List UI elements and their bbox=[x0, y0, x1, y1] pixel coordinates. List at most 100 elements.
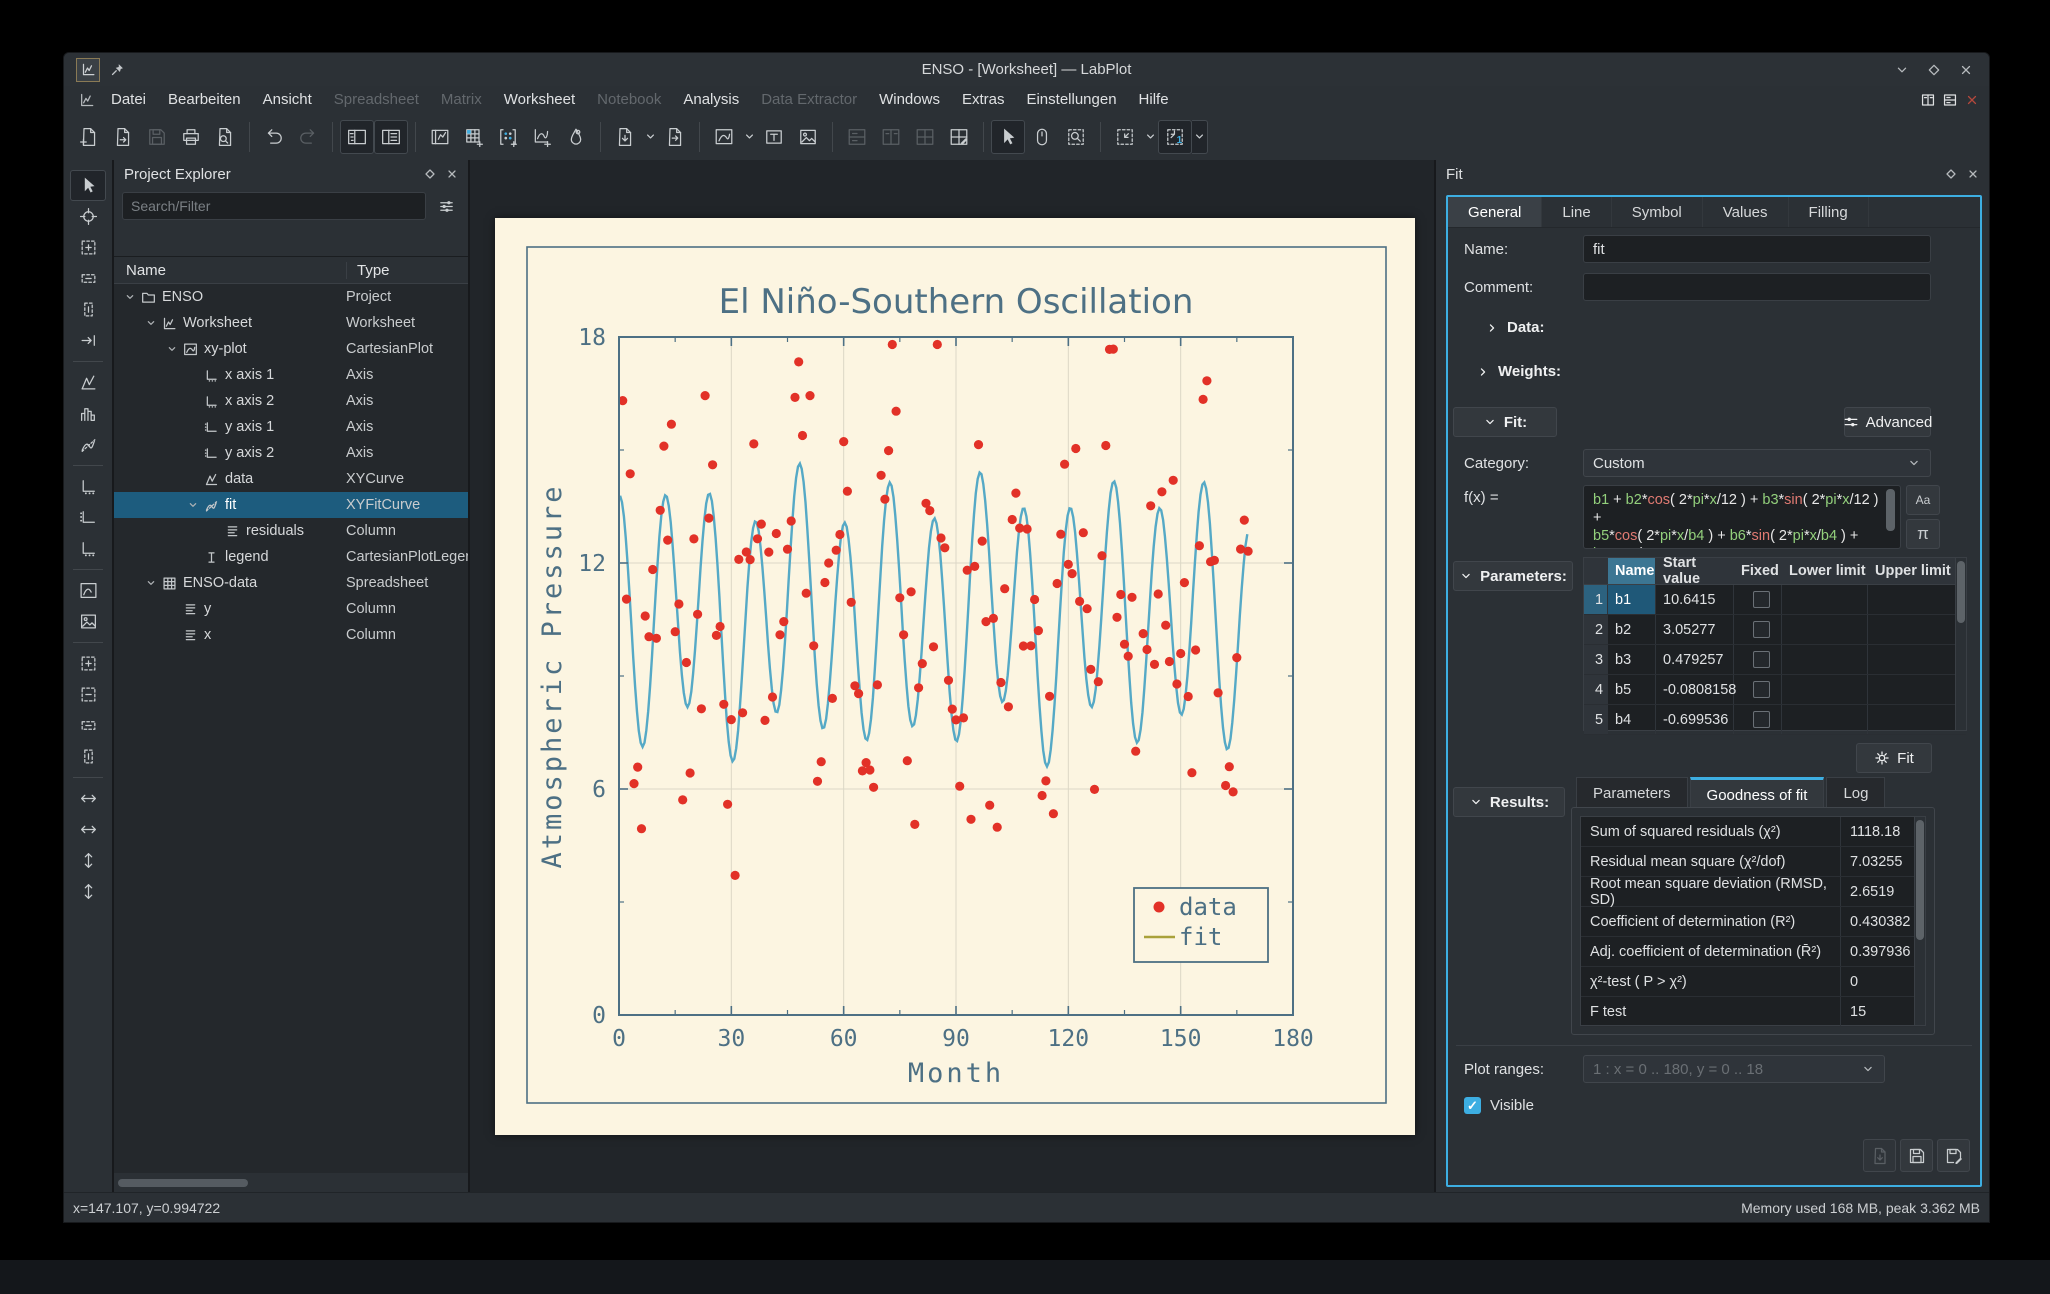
data-point[interactable] bbox=[1030, 595, 1039, 604]
new-project-button[interactable] bbox=[72, 120, 106, 154]
close-button[interactable] bbox=[1955, 59, 1977, 81]
column-header-type[interactable]: Type bbox=[346, 262, 468, 279]
zoom-out-region-tool[interactable] bbox=[70, 679, 106, 710]
data-point[interactable] bbox=[1000, 584, 1009, 593]
param-fixed[interactable] bbox=[1734, 675, 1782, 704]
add-axis-tool[interactable] bbox=[70, 533, 106, 564]
gof-row[interactable]: Sum of squared residuals (χ²)1118.18 bbox=[1581, 817, 1925, 847]
data-point[interactable] bbox=[712, 631, 721, 640]
data-point[interactable] bbox=[835, 530, 844, 539]
tab-general[interactable]: General bbox=[1448, 197, 1542, 227]
param-fixed[interactable] bbox=[1734, 585, 1782, 614]
data-point[interactable] bbox=[974, 440, 983, 449]
data-point[interactable] bbox=[993, 823, 1002, 832]
shift-range-tool[interactable] bbox=[70, 325, 106, 356]
worksheet-page[interactable]: 0306090120150180061218El Niño-Southern O… bbox=[495, 218, 1415, 1135]
data-point[interactable] bbox=[1045, 692, 1054, 701]
data-point[interactable] bbox=[824, 558, 833, 567]
data-point[interactable] bbox=[1083, 604, 1092, 613]
zoom-original-button[interactable]: 1 bbox=[1158, 120, 1192, 154]
tree-item-ENSO[interactable]: ENSOProject bbox=[114, 284, 468, 310]
formula-scrollbar[interactable] bbox=[1886, 489, 1895, 531]
menu-datei[interactable]: Datei bbox=[100, 88, 157, 111]
data-point[interactable] bbox=[843, 487, 852, 496]
print-button[interactable] bbox=[174, 120, 208, 154]
data-point[interactable] bbox=[656, 506, 665, 515]
data-point[interactable] bbox=[989, 614, 998, 623]
param-lower-limit[interactable] bbox=[1782, 705, 1868, 734]
new-plot-button[interactable] bbox=[707, 120, 741, 154]
expander-open-icon[interactable] bbox=[122, 291, 138, 303]
data-point[interactable] bbox=[1004, 702, 1013, 711]
search-input[interactable] bbox=[122, 192, 426, 220]
data-point[interactable] bbox=[693, 610, 702, 619]
param-name[interactable]: b3 bbox=[1608, 645, 1656, 674]
data-point[interactable] bbox=[772, 529, 781, 538]
gof-row[interactable]: Residual mean square (χ²/dof)7.03255 bbox=[1581, 847, 1925, 877]
data-point[interactable] bbox=[678, 795, 687, 804]
data-point[interactable] bbox=[1142, 645, 1151, 654]
data-point[interactable] bbox=[727, 715, 736, 724]
param-name[interactable]: b2 bbox=[1608, 615, 1656, 644]
data-point[interactable] bbox=[936, 533, 945, 542]
data-point[interactable] bbox=[865, 765, 874, 774]
open-project-button[interactable] bbox=[106, 120, 140, 154]
data-point[interactable] bbox=[1064, 560, 1073, 569]
data-point[interactable] bbox=[671, 627, 680, 636]
toggle-properties-explorer-button[interactable] bbox=[374, 120, 408, 154]
data-point[interactable] bbox=[873, 680, 882, 689]
add-xy-curve-tool[interactable] bbox=[70, 367, 106, 398]
fit-to-selection-dropdown[interactable] bbox=[1142, 120, 1158, 154]
param-name[interactable]: b5 bbox=[1608, 675, 1656, 704]
titlebar[interactable]: ENSO - [Worksheet] — LabPlot bbox=[64, 53, 1989, 86]
data-point[interactable] bbox=[783, 545, 792, 554]
data-point[interactable] bbox=[1053, 579, 1062, 588]
param-fixed[interactable] bbox=[1734, 615, 1782, 644]
data-point[interactable] bbox=[1244, 547, 1253, 556]
data-point[interactable] bbox=[869, 783, 878, 792]
data-point[interactable] bbox=[933, 340, 942, 349]
expander-open-icon[interactable] bbox=[143, 317, 159, 329]
panel-config-icon[interactable] bbox=[1921, 93, 1935, 107]
tab-values[interactable]: Values bbox=[1703, 197, 1789, 227]
gof-scrollbar[interactable] bbox=[1914, 817, 1925, 1025]
data-point[interactable] bbox=[847, 598, 856, 607]
data-point[interactable] bbox=[1146, 501, 1155, 510]
tree-item-x[interactable]: xColumn bbox=[114, 622, 468, 648]
data-point[interactable] bbox=[674, 599, 683, 608]
param-lower-limit[interactable] bbox=[1782, 675, 1868, 704]
zoom-in-x-tool[interactable] bbox=[70, 710, 106, 741]
data-point[interactable] bbox=[1240, 516, 1249, 525]
data-point[interactable] bbox=[667, 420, 676, 429]
data-point[interactable] bbox=[629, 779, 638, 788]
tree-item-ENSO-data[interactable]: ENSO-dataSpreadsheet bbox=[114, 570, 468, 596]
data-point[interactable] bbox=[940, 543, 949, 552]
name-field[interactable] bbox=[1583, 235, 1931, 263]
param-start-value[interactable]: 10.6415 bbox=[1656, 585, 1734, 614]
data-point[interactable] bbox=[895, 593, 904, 602]
fixed-checkbox[interactable] bbox=[1753, 651, 1770, 668]
fixed-checkbox[interactable] bbox=[1753, 681, 1770, 698]
add-histogram-tool[interactable] bbox=[70, 398, 106, 429]
data-point[interactable] bbox=[1079, 528, 1088, 537]
data-point[interactable] bbox=[1060, 460, 1069, 469]
data-point[interactable] bbox=[704, 514, 713, 523]
data-point[interactable] bbox=[1176, 649, 1185, 658]
param-lower-limit[interactable] bbox=[1782, 615, 1868, 644]
data-point[interactable] bbox=[1221, 781, 1230, 790]
parameters-scrollbar[interactable] bbox=[1955, 558, 1966, 730]
param-start-value[interactable]: -0.0808158 bbox=[1656, 675, 1734, 704]
tree-item-residuals[interactable]: residualsColumn bbox=[114, 518, 468, 544]
parameter-row[interactable]: 5b4-0.699536 bbox=[1584, 705, 1966, 735]
data-point[interactable] bbox=[794, 357, 803, 366]
data-point[interactable] bbox=[959, 713, 968, 722]
data-point[interactable] bbox=[907, 587, 916, 596]
data-point[interactable] bbox=[925, 506, 934, 515]
data-point[interactable] bbox=[1165, 657, 1174, 666]
fixed-checkbox[interactable] bbox=[1753, 711, 1770, 728]
new-datapicker-button[interactable] bbox=[559, 120, 593, 154]
data-point[interactable] bbox=[1034, 626, 1043, 635]
crosshair-tool[interactable] bbox=[70, 201, 106, 232]
data-point[interactable] bbox=[888, 340, 897, 349]
data-point[interactable] bbox=[1120, 640, 1129, 649]
